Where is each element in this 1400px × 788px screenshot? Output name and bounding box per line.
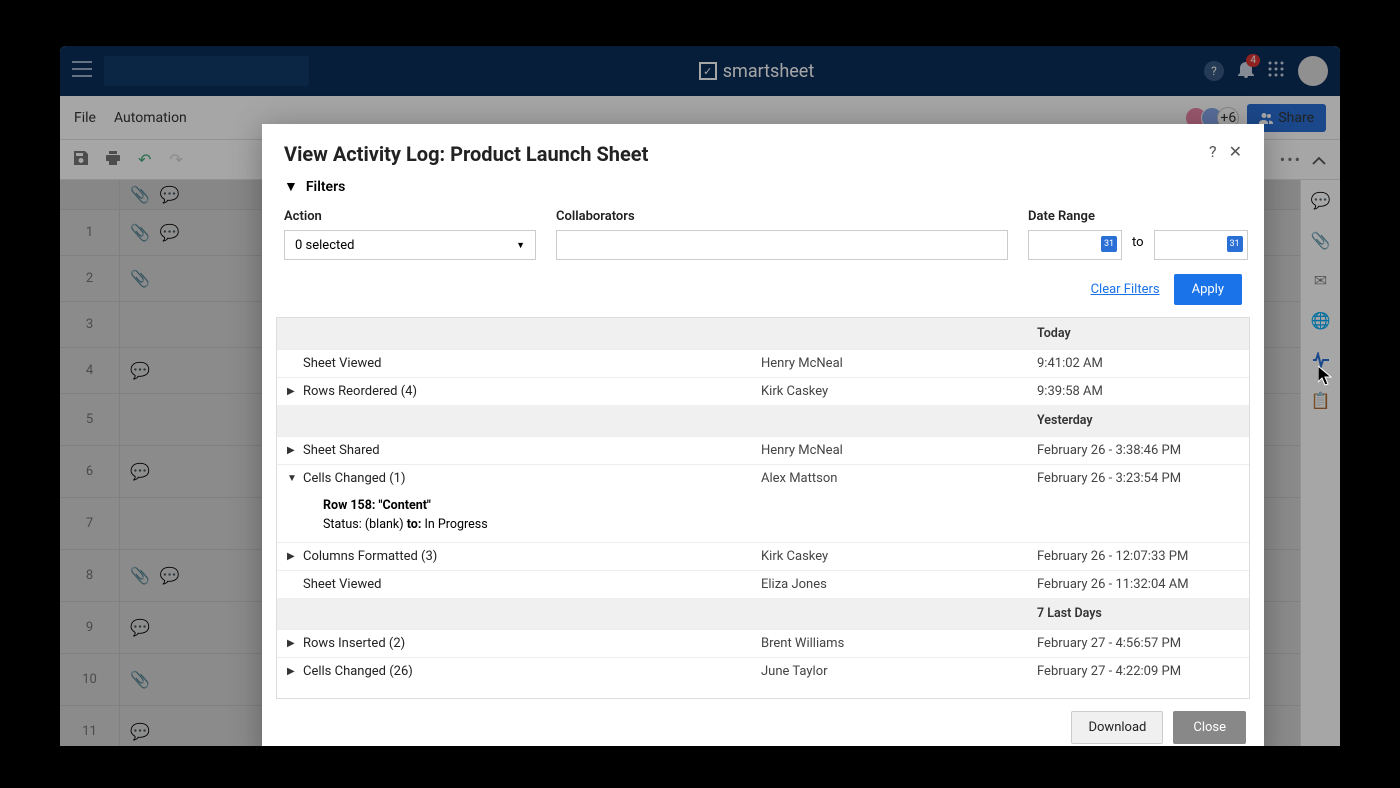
log-row[interactable]: ▶Sheet SharedHenry McNealFebruary 26 - 3… <box>277 436 1249 464</box>
calendar-icon: 31 <box>1227 236 1243 252</box>
log-user: Henry McNeal <box>761 356 1037 371</box>
log-list: TodaySheet ViewedHenry McNeal9:41:02 AM▶… <box>276 317 1250 699</box>
log-row[interactable]: ▶Rows Inserted (2)Brent WilliamsFebruary… <box>277 629 1249 657</box>
log-user: Kirk Caskey <box>761 384 1037 399</box>
caret-down-icon: ▼ <box>284 178 298 195</box>
action-label: Action <box>284 209 536 224</box>
log-user: Kirk Caskey <box>761 549 1037 564</box>
close-button[interactable]: Close <box>1173 711 1246 744</box>
date-range-label: Date Range <box>1028 209 1248 224</box>
chevron-down-icon: ▼ <box>516 240 525 251</box>
log-time: February 27 - 4:22:09 PM <box>1037 664 1181 679</box>
log-detail: Row 158: "Content" Status: (blank) to: In… <box>277 492 1249 542</box>
log-action: Sheet Viewed <box>303 577 761 592</box>
download-button[interactable]: Download <box>1071 711 1163 744</box>
clear-filters-link[interactable]: Clear Filters <box>1091 282 1160 297</box>
log-user: Brent Williams <box>761 636 1037 651</box>
app-window: ✓ smartsheet ? 4 File Automation +6 <box>60 46 1340 746</box>
date-to-input[interactable]: 31 <box>1154 230 1248 260</box>
log-time: 9:39:58 AM <box>1037 384 1103 399</box>
expand-caret-icon[interactable]: ▶ <box>287 638 303 649</box>
collaborators-label: Collaborators <box>556 209 1008 224</box>
log-time: February 27 - 4:56:57 PM <box>1037 636 1181 651</box>
expand-caret-icon[interactable]: ▶ <box>287 666 303 677</box>
activity-log-modal: View Activity Log: Product Launch Sheet … <box>262 124 1264 746</box>
log-user: Henry McNeal <box>761 443 1037 458</box>
log-action: Sheet Shared <box>303 443 761 458</box>
collaborators-input[interactable] <box>556 230 1008 260</box>
log-user: Alex Mattson <box>761 471 1037 486</box>
log-action: Cells Changed (26) <box>303 664 761 679</box>
action-select[interactable]: 0 selected ▼ <box>284 230 536 260</box>
log-row[interactable]: ▶Cells Changed (26)June TaylorFebruary 2… <box>277 657 1249 685</box>
log-row[interactable]: Sheet ViewedEliza JonesFebruary 26 - 11:… <box>277 570 1249 598</box>
expand-caret-icon[interactable]: ▶ <box>287 386 303 397</box>
log-row[interactable]: ▶Columns Formatted (3)Kirk CaskeyFebruar… <box>277 542 1249 570</box>
apply-button[interactable]: Apply <box>1174 274 1242 305</box>
log-action: Cells Changed (1) <box>303 471 761 486</box>
log-time: February 26 - 12:07:33 PM <box>1037 549 1188 564</box>
modal-close-icon[interactable]: ✕ <box>1229 142 1242 161</box>
modal-header: View Activity Log: Product Launch Sheet … <box>262 124 1264 178</box>
log-detail-body: Status: (blank) to: In Progress <box>323 517 1249 532</box>
expand-caret-icon[interactable]: ▼ <box>287 473 303 484</box>
log-row[interactable]: ▶Rows Reordered (4)Kirk Caskey9:39:58 AM <box>277 377 1249 405</box>
log-action: Rows Inserted (2) <box>303 636 761 651</box>
calendar-icon: 31 <box>1101 236 1117 252</box>
log-detail-title: Row 158: "Content" <box>323 498 1249 513</box>
log-user: Eliza Jones <box>761 577 1037 592</box>
log-time: 9:41:02 AM <box>1037 356 1103 371</box>
action-value: 0 selected <box>295 238 354 253</box>
log-time: February 26 - 11:32:04 AM <box>1037 577 1189 592</box>
modal-title: View Activity Log: Product Launch Sheet <box>284 142 648 166</box>
date-from-input[interactable]: 31 <box>1028 230 1122 260</box>
log-action: Columns Formatted (3) <box>303 549 761 564</box>
log-user: June Taylor <box>761 664 1037 679</box>
to-label: to <box>1128 235 1148 256</box>
log-row[interactable]: ▼Cells Changed (1)Alex MattsonFebruary 2… <box>277 464 1249 492</box>
log-time: February 26 - 3:38:46 PM <box>1037 443 1181 458</box>
expand-caret-icon[interactable]: ▶ <box>287 445 303 456</box>
log-group-header: Yesterday <box>277 405 1249 436</box>
log-group-header: 7 Last Days <box>277 598 1249 629</box>
filters-toggle[interactable]: ▼ Filters <box>284 178 1242 195</box>
modal-footer: Download Close <box>262 699 1264 746</box>
expand-caret-icon[interactable]: ▶ <box>287 551 303 562</box>
filters-section: ▼ Filters Action 0 selected ▼ Collaborat… <box>262 178 1264 317</box>
log-group-header: Today <box>277 318 1249 349</box>
modal-help-icon[interactable]: ? <box>1209 142 1217 161</box>
log-row[interactable]: Sheet ViewedHenry McNeal9:41:02 AM <box>277 349 1249 377</box>
log-action: Rows Reordered (4) <box>303 384 761 399</box>
log-time: February 26 - 3:23:54 PM <box>1037 471 1181 486</box>
log-action: Sheet Viewed <box>303 356 761 371</box>
filters-label: Filters <box>306 179 345 195</box>
